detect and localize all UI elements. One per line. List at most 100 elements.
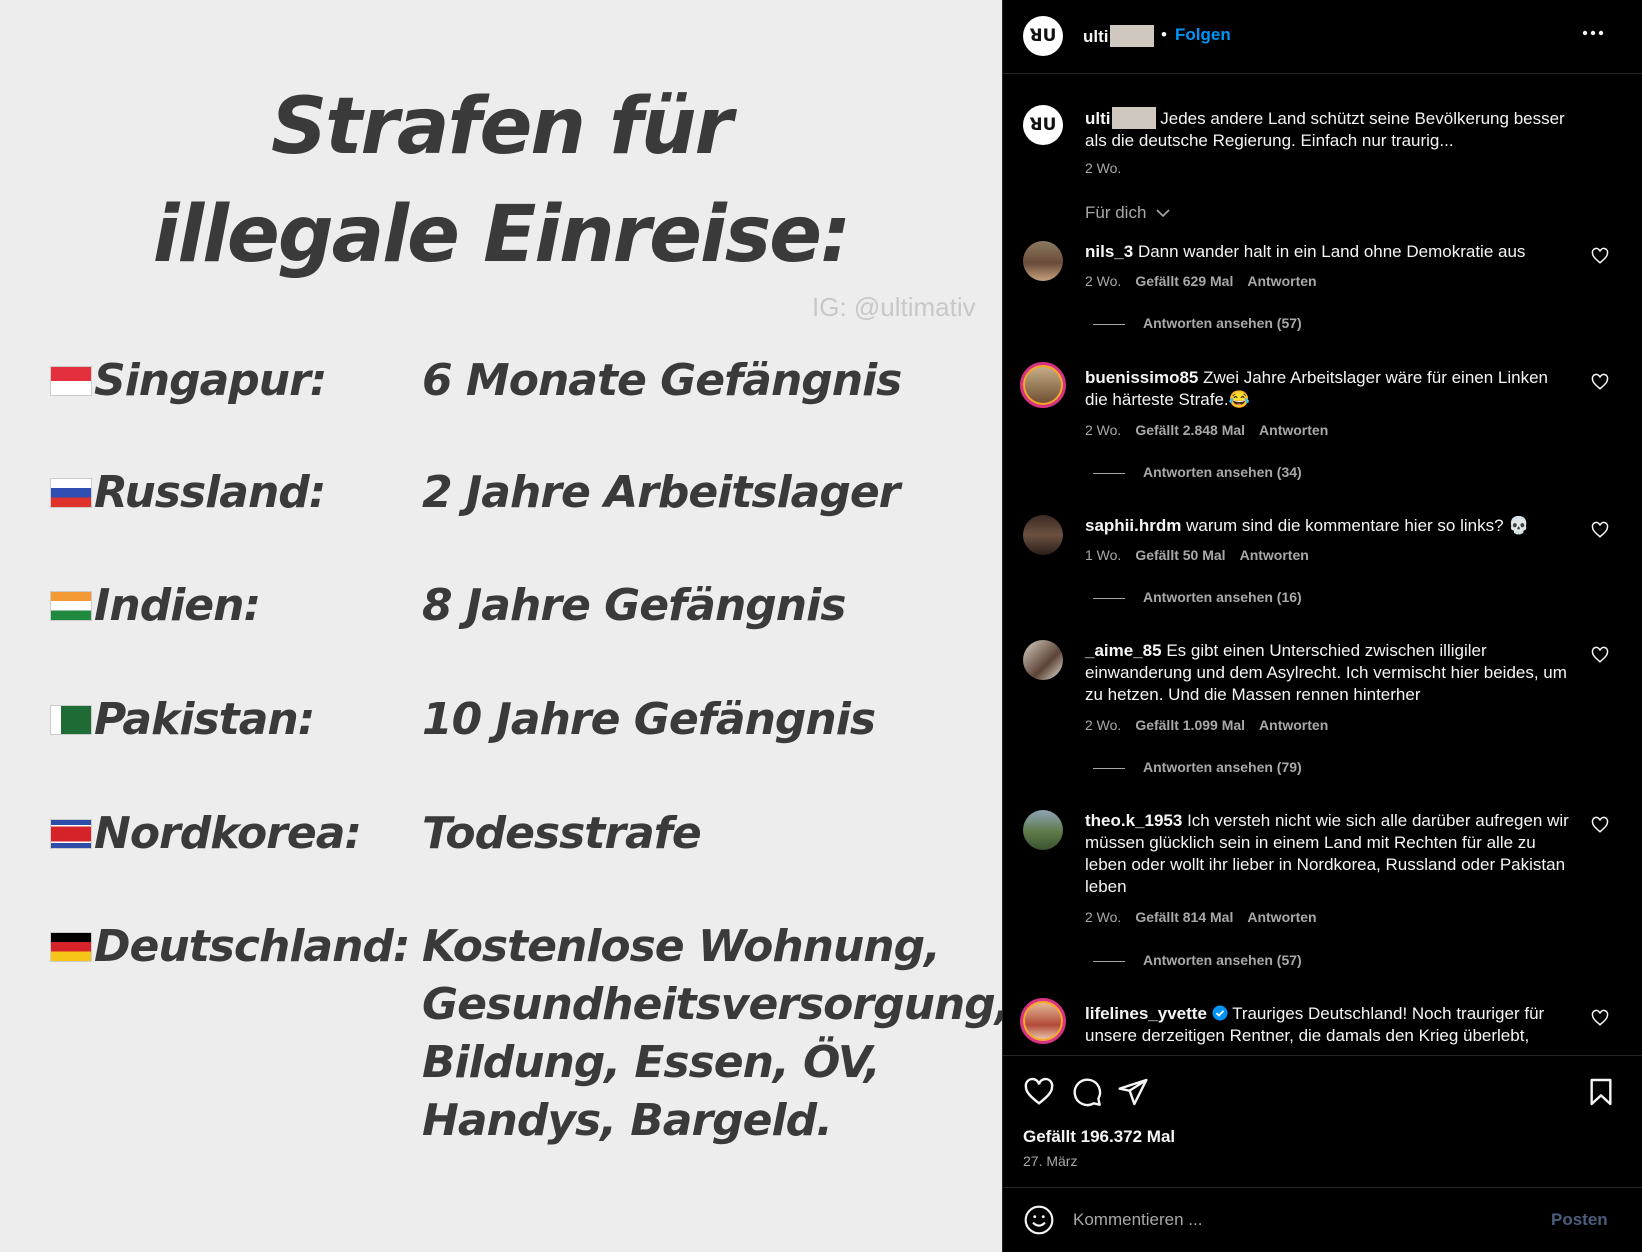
country-label: Russland: xyxy=(94,467,326,518)
comment-meta: 1 Wo. Gefällt 50 Mal Antworten xyxy=(1085,547,1323,563)
avatar[interactable] xyxy=(1023,515,1063,555)
comments-list[interactable]: ꓤU ulti Jedes andere Land schützt seine … xyxy=(1003,75,1642,1055)
avatar[interactable]: ꓤU xyxy=(1023,105,1063,145)
view-replies-label[interactable]: Antworten ansehen (34) xyxy=(1143,464,1302,480)
follow-button[interactable]: Folgen xyxy=(1175,25,1231,45)
reply-button[interactable]: Antworten xyxy=(1259,422,1328,438)
divider xyxy=(1093,597,1125,599)
like-count[interactable]: Gefällt 1.099 Mal xyxy=(1135,717,1245,733)
country-label: Deutschland: xyxy=(94,921,411,972)
view-replies-button[interactable]: Antworten ansehen (57) xyxy=(1093,315,1302,331)
divider xyxy=(1093,960,1125,962)
heart-icon[interactable] xyxy=(1023,1076,1055,1108)
reply-button[interactable]: Antworten xyxy=(1247,909,1316,925)
comment-input[interactable] xyxy=(1073,1204,1513,1236)
username-text[interactable]: ulti xyxy=(1083,27,1109,46)
avatar[interactable] xyxy=(1020,998,1066,1044)
redaction-box xyxy=(1111,107,1156,129)
penalty-text-line2: Gesundheitsversorgung, xyxy=(422,979,1002,1030)
germany-flag xyxy=(50,932,92,962)
post-actions: Gefällt 196.372 Mal 27. März xyxy=(1003,1055,1642,1187)
penalty-text-line3: Bildung, Essen, ÖV, xyxy=(422,1037,881,1088)
comment-text: theo.k_1953 Ich versteh nicht wie sich a… xyxy=(1085,810,1575,898)
reply-button[interactable]: Antworten xyxy=(1259,717,1328,733)
comment-composer: Posten xyxy=(1003,1187,1642,1252)
separator-dot: • xyxy=(1161,25,1167,44)
reply-button[interactable]: Antworten xyxy=(1240,547,1309,563)
verified-badge-icon xyxy=(1212,1005,1228,1021)
view-replies-label[interactable]: Antworten ansehen (79) xyxy=(1143,759,1302,775)
post-comment-button[interactable]: Posten xyxy=(1551,1210,1608,1230)
time-text: 2 Wo. xyxy=(1085,717,1122,733)
view-replies-label[interactable]: Antworten ansehen (16) xyxy=(1143,589,1302,605)
time-text: 2 Wo. xyxy=(1085,422,1122,438)
avatar[interactable] xyxy=(1023,640,1063,680)
post-header: ꓤU ulti • Folgen xyxy=(1003,0,1642,74)
avatar[interactable] xyxy=(1023,241,1063,281)
comment-username[interactable]: lifelines_yvette xyxy=(1085,1004,1207,1023)
like-count[interactable]: Gefällt 50 Mal xyxy=(1135,547,1225,563)
divider xyxy=(1093,323,1125,325)
singapore-flag xyxy=(50,366,92,396)
view-replies-button[interactable]: Antworten ansehen (16) xyxy=(1093,589,1302,605)
like-count[interactable]: Gefällt 814 Mal xyxy=(1135,909,1233,925)
header-username[interactable]: ulti xyxy=(1083,25,1154,47)
comment-body: Dann wander halt in ein Land ohne Demokr… xyxy=(1137,242,1526,261)
image-title-line2: illegale Einreise: xyxy=(152,190,852,280)
comment-meta: 2 Wo. Gefällt 629 Mal Antworten xyxy=(1085,273,1331,289)
post-like-count[interactable]: Gefällt 196.372 Mal xyxy=(1023,1127,1175,1147)
country-label: Singapur: xyxy=(94,355,327,406)
penalty-text: 8 Jahre Gefängnis xyxy=(422,580,846,631)
chevron-down-icon xyxy=(1156,209,1170,218)
avatar[interactable]: ꓤU xyxy=(1023,16,1063,56)
view-replies-button[interactable]: Antworten ansehen (79) xyxy=(1093,759,1302,775)
penalty-text: Todesstrafe xyxy=(422,808,702,859)
caption-username[interactable]: ulti xyxy=(1085,109,1111,128)
view-replies-button[interactable]: Antworten ansehen (57) xyxy=(1093,952,1302,968)
avatar[interactable] xyxy=(1020,362,1066,408)
comment-username[interactable]: nils_3 xyxy=(1085,242,1133,261)
redaction-box xyxy=(1109,25,1154,47)
penalty-text: 10 Jahre Gefängnis xyxy=(422,694,876,745)
comment-text: nils_3 Dann wander halt in ein Land ohne… xyxy=(1085,241,1575,263)
divider xyxy=(1093,767,1125,769)
filter-label[interactable]: Für dich xyxy=(1085,203,1146,222)
view-replies-label[interactable]: Antworten ansehen (57) xyxy=(1143,952,1302,968)
bookmark-icon[interactable] xyxy=(1585,1076,1617,1108)
view-replies-button[interactable]: Antworten ansehen (34) xyxy=(1093,464,1302,480)
heart-icon[interactable] xyxy=(1591,646,1611,666)
emoji-icon[interactable] xyxy=(1023,1204,1055,1236)
reply-button[interactable]: Antworten xyxy=(1247,273,1316,289)
view-replies-label[interactable]: Antworten ansehen (57) xyxy=(1143,315,1302,331)
comment-body: warum sind die kommentare hier so links?… xyxy=(1186,516,1530,535)
more-horizontal-icon[interactable] xyxy=(1578,18,1608,55)
avatar[interactable] xyxy=(1023,810,1063,850)
comment-username[interactable]: saphii.hrdm xyxy=(1085,516,1181,535)
comment-username[interactable]: buenissimo85 xyxy=(1085,368,1198,387)
pakistan-flag xyxy=(50,705,92,735)
like-count[interactable]: Gefällt 629 Mal xyxy=(1135,273,1233,289)
comment-text: _aime_85 Es gibt einen Unterschied zwisc… xyxy=(1085,640,1575,706)
heart-icon[interactable] xyxy=(1591,816,1611,836)
comment-text: lifelines_yvette Trauriges Deutschland! … xyxy=(1085,1003,1575,1047)
comment-text: saphii.hrdm warum sind die kommentare hi… xyxy=(1085,515,1575,537)
comment-username[interactable]: theo.k_1953 xyxy=(1085,811,1182,830)
post-image: Strafen für illegale Einreise: IG: @ulti… xyxy=(0,0,1002,1252)
penalty-text: 6 Monate Gefängnis xyxy=(422,355,902,406)
time-text: 1 Wo. xyxy=(1085,547,1122,563)
heart-icon[interactable] xyxy=(1591,521,1611,541)
heart-icon[interactable] xyxy=(1591,247,1611,267)
caption-text: ulti Jedes andere Land schützt seine Bev… xyxy=(1085,107,1575,152)
comment-icon[interactable] xyxy=(1071,1076,1103,1108)
heart-icon[interactable] xyxy=(1591,373,1611,393)
comment-filter-dropdown[interactable]: Für dich xyxy=(1085,203,1171,223)
comment-username[interactable]: _aime_85 xyxy=(1085,641,1162,660)
russia-flag xyxy=(50,478,92,508)
heart-icon[interactable] xyxy=(1591,1009,1611,1029)
india-flag xyxy=(50,591,92,621)
penalty-text-line4: Handys, Bargeld. xyxy=(422,1095,833,1146)
divider xyxy=(1093,472,1125,474)
like-count[interactable]: Gefällt 2.848 Mal xyxy=(1135,422,1245,438)
comment-text: buenissimo85 Zwei Jahre Arbeitslager wär… xyxy=(1085,367,1575,411)
send-icon[interactable] xyxy=(1117,1076,1149,1108)
